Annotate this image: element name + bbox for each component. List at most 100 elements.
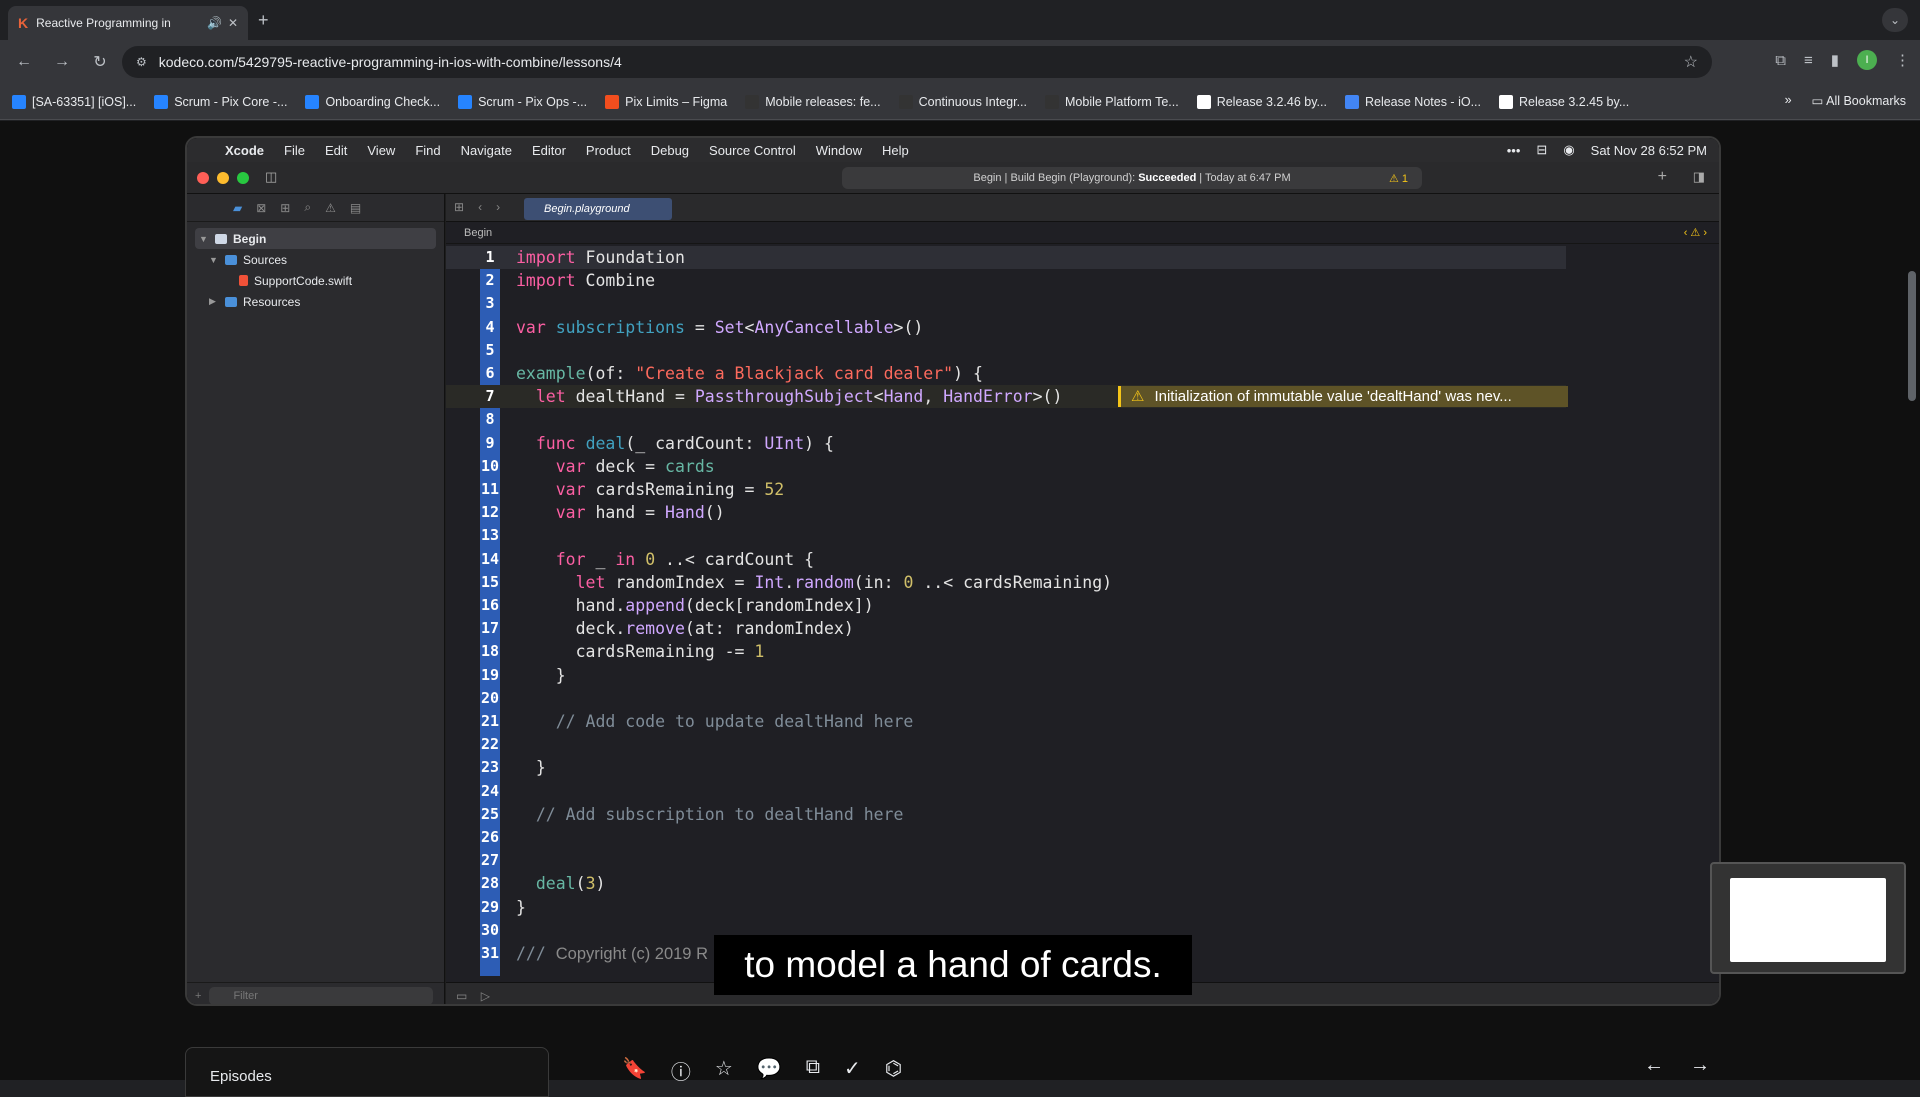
mac-menu-item: File (284, 142, 305, 158)
find-icon: ⌕ (304, 200, 312, 214)
complete-check-icon[interactable]: ✓ (844, 1056, 861, 1085)
all-bookmarks-button[interactable]: ▭ All Bookmarks (1812, 93, 1906, 108)
star-icon[interactable]: ☆ (715, 1056, 733, 1085)
add-file-icon: + (195, 989, 202, 1002)
build-status: Begin | Build Begin (Playground): Succee… (842, 167, 1422, 189)
bookmark-item[interactable]: Mobile releases: fe... (745, 94, 881, 109)
code-line: 11 var cardsRemaining = 52 (446, 478, 1566, 501)
more-bookmarks-icon[interactable]: » (1785, 93, 1792, 108)
site-info-icon[interactable]: ⚙ (136, 55, 147, 69)
code-line: 25 // Add subscription to dealtHand here (446, 803, 1566, 826)
speaker-icon[interactable]: 🔊 (207, 16, 222, 30)
browser-toolbar: ← → ↻ ⚙ kodeco.com/5429795-reactive-prog… (0, 40, 1920, 84)
tab-search-button[interactable]: ⌄ (1882, 8, 1908, 32)
bookmark-item[interactable]: Release 3.2.45 by... (1498, 94, 1629, 109)
siri-icon: ◉ (1563, 142, 1575, 157)
new-tab-button[interactable]: + (258, 10, 269, 31)
bookmark-icon[interactable]: 🔖 (622, 1056, 647, 1085)
code-text: hand.append(deck[randomIndex]) (516, 596, 874, 615)
comment-icon[interactable]: 💬 (757, 1056, 782, 1085)
bookmark-favicon-icon (12, 94, 26, 109)
code-line: 21 // Add code to update dealtHand here (446, 710, 1566, 733)
next-lesson-icon[interactable]: → (1690, 1054, 1710, 1077)
info-icon[interactable]: ⓘ (671, 1056, 691, 1085)
thumbnail-slide (1730, 878, 1886, 962)
bookmark-item[interactable]: Scrum - Pix Core -... (154, 94, 287, 109)
warning-icon: ‹ ⚠ › (1683, 227, 1707, 239)
code-line: 19 } (446, 664, 1566, 687)
code-text: cardsRemaining -= 1 (516, 642, 765, 662)
bookmark-item[interactable]: Mobile Platform Te... (1045, 94, 1179, 109)
menu-kebab-icon[interactable]: ⋮ (1895, 51, 1910, 69)
bookmark-label: Mobile releases: fe... (765, 94, 881, 109)
bookmark-favicon-icon (154, 94, 169, 109)
episodes-panel[interactable]: Episodes (185, 1047, 549, 1097)
side-panel-icon[interactable]: ▮ (1831, 51, 1839, 69)
bookmark-item[interactable]: Scrum - Pix Ops -... (458, 94, 587, 109)
close-tab-icon[interactable]: ✕ (228, 16, 238, 30)
bookmark-item[interactable]: Release 3.2.46 by... (1196, 94, 1327, 109)
code-text: // Add subscription to dealtHand here (535, 804, 904, 824)
zoom-window-icon (237, 172, 249, 184)
code-text: func deal(_ cardCount: UInt) { (535, 433, 834, 453)
back-button[interactable]: ← (10, 53, 38, 71)
bookmarks-bar: [SA-63351] [iOS]... Scrum - Pix Core -...… (0, 84, 1920, 120)
code-line: 3 (446, 292, 1566, 315)
code-editor: ⊞ ‹ › Begin.playground Begin ‹ ⚠ › 1 impo… (446, 194, 1719, 1004)
mac-menu-item: Navigate (460, 142, 512, 158)
reload-button[interactable]: ↻ (86, 52, 114, 72)
lesson-nav: ← → (1644, 1054, 1710, 1077)
profile-avatar[interactable]: I (1857, 50, 1877, 70)
video-frame[interactable]: Xcode File Edit View Find Navigate Editor Produ… (185, 136, 1721, 1006)
page-scrollbar[interactable] (1908, 271, 1916, 401)
warning-message: Initialization of immutable value 'dealt… (1154, 388, 1512, 406)
extensions-icon[interactable]: ⧉ (1775, 52, 1786, 69)
editor-nav: ⊞ ‹ › (454, 200, 500, 214)
media-controls-icon[interactable]: ≡ (1804, 52, 1813, 69)
control-center-icon: ⊟ (1536, 142, 1548, 157)
line-number: 19 (480, 665, 500, 684)
github-icon[interactable]: ⌬ (885, 1056, 902, 1085)
bookmark-item[interactable]: Onboarding Check... (305, 94, 440, 109)
tree-label: Begin (233, 231, 267, 246)
bookmark-favicon-icon (605, 94, 620, 109)
code-text: var deck = cards (555, 456, 715, 476)
lesson-actions: 🔖 ⓘ ☆ 💬 ⧉ ✓ ⌬ (622, 1056, 902, 1085)
code-line: 24 (446, 780, 1566, 803)
mac-menu-item: Edit (324, 142, 348, 158)
bookmark-favicon-icon (1045, 94, 1059, 109)
chevron-right-icon: ▶ (209, 296, 216, 306)
file-tree: ▼ Begin ▼ Sources SupportCode.swift ▶ Re… (187, 222, 444, 312)
code-line: 6 example(of: "Create a Blackjack card de… (446, 362, 1566, 385)
bookmark-item[interactable]: Pix Limits – Figma (605, 94, 727, 109)
code-line: 9 func deal(_ cardCount: UInt) { (446, 432, 1566, 455)
bookmark-item[interactable]: [SA-63351] [iOS]... (12, 94, 137, 109)
video-preview-thumbnail[interactable] (1710, 862, 1906, 974)
editor-tab: Begin.playground (524, 198, 672, 220)
status-prefix: Begin | Build Begin (Playground): (973, 172, 1136, 184)
forward-button[interactable]: → (48, 53, 76, 71)
grid-icon: ⊞ (454, 200, 465, 214)
browser-tab[interactable]: K Reactive Programming in 🔊 ✕ (8, 6, 248, 40)
status-time: | Today at 6:47 PM (1199, 172, 1291, 184)
bookmark-item[interactable]: Release Notes - iO... (1344, 94, 1481, 109)
tab-title: Reactive Programming in (36, 16, 171, 30)
code-line: 27 (446, 849, 1566, 872)
line-number: 15 (480, 572, 500, 591)
all-bookmarks-label: All Bookmarks (1826, 94, 1906, 108)
bookmark-item[interactable]: Continuous Integr... (898, 94, 1027, 109)
code-text: let randomIndex = Int.random(in: 0 ..< c… (575, 572, 1113, 592)
bookmark-label: [SA-63351] [iOS]... (32, 94, 137, 109)
code-area: 1 import Foundation 2 import Combine 3 4 var s… (446, 246, 1568, 976)
nav-forward-icon: › (496, 200, 501, 214)
tree-label: SupportCode.swift (254, 273, 353, 288)
previous-lesson-icon[interactable]: ← (1644, 1054, 1664, 1077)
line-number: 2 (485, 271, 495, 290)
bookmark-star-icon[interactable]: ☆ (1684, 52, 1698, 72)
open-external-icon[interactable]: ⧉ (806, 1056, 820, 1085)
jump-bar-label: Begin (464, 227, 493, 239)
line-number: 8 (485, 410, 495, 429)
address-bar[interactable]: ⚙ kodeco.com/5429795-reactive-programmin… (122, 46, 1712, 78)
mac-menu-item: Xcode (225, 142, 265, 158)
code-line: 29} (446, 896, 1566, 919)
